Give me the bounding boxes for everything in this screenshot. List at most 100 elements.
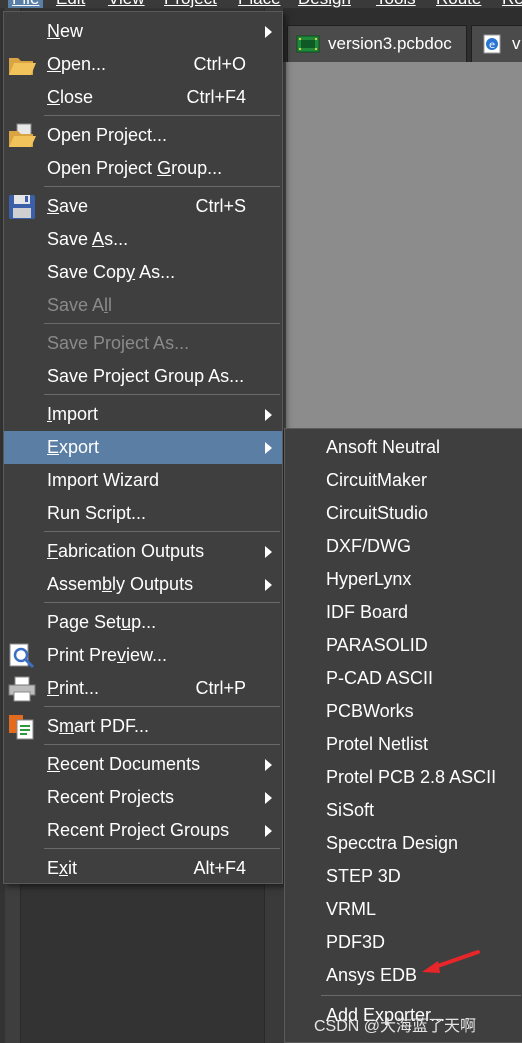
pcb-document-icon: [296, 35, 320, 53]
file-menu-item-open-project-group[interactable]: Open Project Group...: [4, 152, 282, 185]
menu-item-label: Print Preview...: [47, 645, 168, 665]
file-menu-item-new[interactable]: New: [4, 15, 282, 48]
file-menu-item-smart-pdf[interactable]: Smart PDF...: [4, 710, 282, 743]
export-item-step-3d[interactable]: STEP 3D: [285, 860, 522, 893]
menu-item-label: HyperLynx: [326, 569, 412, 589]
menu-item-label: New: [47, 21, 84, 41]
file-menu-item-recent-documents[interactable]: Recent Documents: [4, 748, 282, 781]
menu-item-label: Exit: [47, 858, 78, 878]
tab-version3-pcbdoc[interactable]: version3.pcbdoc: [287, 25, 467, 62]
file-menu-item-save[interactable]: Save Ctrl+S: [4, 190, 282, 223]
file-menu-item-open-project[interactable]: Open Project...: [4, 119, 282, 152]
export-item-idf-board[interactable]: IDF Board: [285, 596, 522, 629]
export-item-circuitstudio[interactable]: CircuitStudio: [285, 497, 522, 530]
file-menu-item-save-project-group-as[interactable]: Save Project Group As...: [4, 360, 282, 393]
file-menu-item-exit[interactable]: Exit Alt+F4: [4, 852, 282, 885]
print-preview-icon: [7, 643, 37, 669]
menubar-item-place[interactable]: Place: [238, 0, 281, 8]
menu-item-label: Save Project As...: [47, 333, 190, 353]
menu-item-label: Import Wizard: [47, 470, 160, 490]
menu-item-label: IDF Board: [326, 602, 409, 622]
submenu-arrow-icon: [265, 792, 272, 804]
menu-item-label: Assembly Outputs: [47, 574, 194, 594]
menu-item-label: Ansoft Neutral: [326, 437, 441, 457]
menubar-item-route[interactable]: Route: [436, 0, 481, 8]
export-item-pdf3d[interactable]: PDF3D: [285, 926, 522, 959]
menu-item-label: Save As...: [47, 229, 129, 249]
menubar-item-project[interactable]: Project: [164, 0, 217, 8]
file-menu-item-print-preview[interactable]: Print Preview...: [4, 639, 282, 672]
floppy-disk-icon: [7, 194, 37, 220]
menu-item-label: Specctra Design: [326, 833, 459, 853]
menu-item-label: Open Project Group...: [47, 158, 223, 178]
menubar-item-re[interactable]: Re: [502, 0, 522, 8]
menu-item-label: Protel Netlist: [326, 734, 429, 754]
file-menu-item-page-setup[interactable]: Page Setup...: [4, 606, 282, 639]
menu-item-label: Close: [47, 87, 94, 107]
export-item-p-cad-ascii[interactable]: P-CAD ASCII: [285, 662, 522, 695]
export-item-pcbworks[interactable]: PCBWorks: [285, 695, 522, 728]
file-menu-item-save-as[interactable]: Save As...: [4, 223, 282, 256]
menu-item-label: P-CAD ASCII: [326, 668, 434, 688]
file-menu-item-save-copy-as[interactable]: Save Copy As...: [4, 256, 282, 289]
submenu-arrow-icon: [265, 409, 272, 421]
menu-separator: [44, 394, 280, 395]
menubar-item-design[interactable]: Design: [298, 0, 351, 8]
export-item-vrml[interactable]: VRML: [285, 893, 522, 926]
file-menu: New Open... Ctrl+O Close Ctrl+F4 Open Project…: [3, 11, 283, 884]
menubar-item-file[interactable]: File: [8, 0, 44, 8]
export-item-sisoft[interactable]: SiSoft: [285, 794, 522, 827]
export-item-specctra-design[interactable]: Specctra Design: [285, 827, 522, 860]
menubar-item-view[interactable]: View: [108, 0, 145, 8]
watermark: CSDN @大海蓝了天啊: [314, 1018, 477, 1035]
menu-separator: [44, 602, 280, 603]
export-item-protel-pcb-2-8-ascii[interactable]: Protel PCB 2.8 ASCII: [285, 761, 522, 794]
export-item-hyperlynx[interactable]: HyperLynx: [285, 563, 522, 596]
file-menu-item-fabrication-outputs[interactable]: Fabrication Outputs: [4, 535, 282, 568]
submenu-arrow-icon: [265, 442, 272, 454]
export-item-ansys-edb[interactable]: Ansys EDB: [285, 959, 522, 992]
file-menu-item-assembly-outputs[interactable]: Assembly Outputs: [4, 568, 282, 601]
menu-item-label: Open Project...: [47, 125, 168, 145]
menu-separator: [44, 186, 280, 187]
export-submenu: Ansoft Neutral CircuitMaker CircuitStudio D…: [284, 428, 522, 1043]
export-item-ansoft-neutral[interactable]: Ansoft Neutral: [285, 431, 522, 464]
menu-item-label: CircuitMaker: [326, 470, 428, 490]
file-menu-item-print[interactable]: Print... Ctrl+P: [4, 672, 282, 705]
menubar: File Edit View Project Place Design Tools Route…: [0, 0, 522, 8]
file-menu-item-save-all: Save All: [4, 289, 282, 322]
menu-item-label: SiSoft: [326, 800, 375, 820]
shortcut-label: Ctrl+F4: [186, 87, 246, 107]
file-menu-item-import[interactable]: Import: [4, 398, 282, 431]
export-item-dxf-dwg[interactable]: DXF/DWG: [285, 530, 522, 563]
menu-item-label: Ansys EDB: [326, 965, 418, 985]
file-menu-item-close[interactable]: Close Ctrl+F4: [4, 81, 282, 114]
file-menu-item-import-wizard[interactable]: Import Wizard: [4, 464, 282, 497]
menu-item-label: Page Setup...: [47, 612, 157, 632]
menu-separator: [44, 531, 280, 532]
file-menu-item-export[interactable]: Export: [4, 431, 282, 464]
menu-item-label: Save Project Group As...: [47, 366, 245, 386]
menu-item-label: Recent Project Groups: [47, 820, 230, 840]
shortcut-label: Ctrl+O: [193, 54, 246, 74]
submenu-arrow-icon: [265, 26, 272, 38]
file-menu-item-recent-project-groups[interactable]: Recent Project Groups: [4, 814, 282, 847]
menu-separator: [321, 995, 521, 996]
file-menu-item-run-script[interactable]: Run Script...: [4, 497, 282, 530]
file-menu-item-save-project-as: Save Project As...: [4, 327, 282, 360]
export-item-circuitmaker[interactable]: CircuitMaker: [285, 464, 522, 497]
tab-label: version3.pcbdoc: [328, 34, 452, 53]
export-item-parasolid[interactable]: PARASOLID: [285, 629, 522, 662]
tab-web-document[interactable]: e v: [471, 25, 522, 62]
tab-label: v: [512, 34, 521, 53]
file-menu-item-open[interactable]: Open... Ctrl+O: [4, 48, 282, 81]
file-menu-item-recent-projects[interactable]: Recent Projects: [4, 781, 282, 814]
menubar-item-tools[interactable]: Tools: [376, 0, 416, 8]
menu-item-label: DXF/DWG: [326, 536, 411, 556]
open-project-icon: [7, 123, 37, 149]
export-item-protel-netlist[interactable]: Protel Netlist: [285, 728, 522, 761]
open-folder-icon: [7, 52, 37, 78]
menubar-item-edit[interactable]: Edit: [56, 0, 85, 8]
menu-item-label: Save: [47, 196, 89, 216]
menu-separator: [44, 115, 280, 116]
